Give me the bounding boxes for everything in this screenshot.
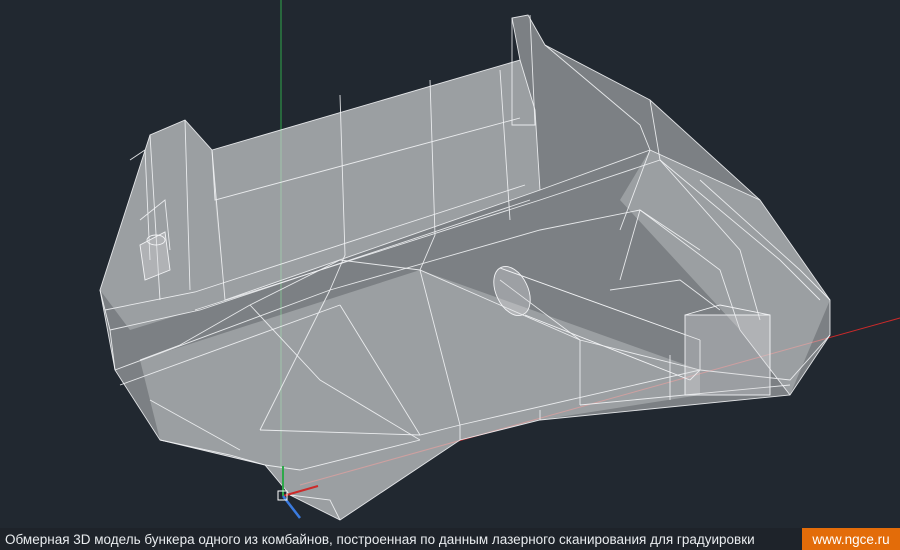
site-link[interactable]: www.ngce.ru: [802, 528, 900, 550]
caption-text: Обмерная 3D модель бункера одного из ком…: [5, 531, 755, 547]
bunker-3d-model: [99, 0, 900, 521]
caption-bar: Обмерная 3D модель бункера одного из ком…: [0, 528, 900, 550]
cad-3d-viewport[interactable]: [0, 0, 900, 528]
